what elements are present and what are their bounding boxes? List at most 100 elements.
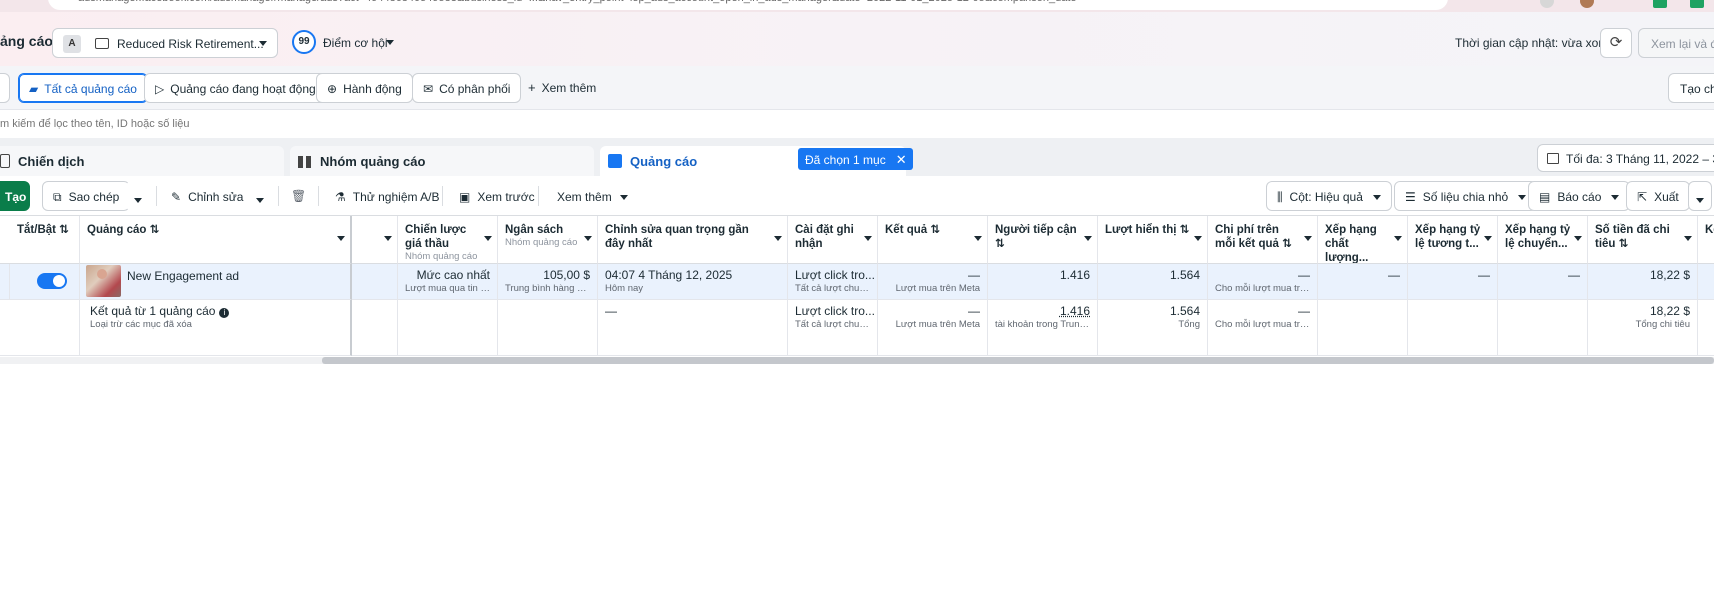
search-input[interactable] xyxy=(0,110,1714,138)
table-row[interactable]: New Engagement ad xyxy=(80,264,352,300)
col-header-amount-spent[interactable]: Số tiền đã chi tiêu ⇅ xyxy=(1588,216,1698,264)
tab-label: Quảng cáo xyxy=(630,154,697,169)
ab-test-button[interactable]: ⚗ Thử nghiệm A/B xyxy=(324,181,451,211)
row-budget[interactable]: 105,00 $ Trung bình hàng ng... xyxy=(498,264,598,300)
account-selector[interactable]: A Reduced Risk Retirement... xyxy=(52,28,278,58)
extension-icon[interactable] xyxy=(1540,0,1554,8)
header-sublabel: Nhóm quảng cáo xyxy=(405,251,481,263)
filter-label: Hành động xyxy=(343,82,402,96)
col-header-results[interactable]: Kết quả ⇅ xyxy=(878,216,988,264)
col-header-next[interactable]: Kế xyxy=(1698,216,1714,264)
col-header-attribution[interactable]: Cài đặt ghi nhận xyxy=(788,216,878,264)
cell-value: 105,00 $ xyxy=(543,268,590,282)
create-rule-button[interactable]: Tạo ch xyxy=(1668,73,1714,103)
columns-button[interactable]: ⫼ Cột: Hiệu quả xyxy=(1266,181,1392,211)
tab-adsets[interactable]: Nhóm quảng cáo xyxy=(290,146,594,176)
filter-label: Có phân phối xyxy=(439,82,510,96)
more-button[interactable]: Xem thêm xyxy=(546,181,639,211)
row-checkbox-cell[interactable] xyxy=(0,264,10,300)
tab-campaigns[interactable]: Chiến dịch xyxy=(0,146,284,176)
selected-items-chip[interactable]: Đã chọn 1 mục ✕ xyxy=(798,148,913,170)
chevron-down-icon xyxy=(1696,198,1704,203)
filter-all-ads[interactable]: ▰ Tất cả quảng cáo xyxy=(18,73,148,103)
cell-value: 1.564 xyxy=(1170,304,1200,318)
cell-value: — xyxy=(968,268,980,282)
search-row xyxy=(0,110,1714,138)
duplicate-dropdown[interactable] xyxy=(126,181,150,211)
col-header-last-edit[interactable]: Chỉnh sửa quan trọng gần đây nhất xyxy=(598,216,788,264)
col-header-ad[interactable]: Quảng cáo ⇅ xyxy=(80,216,352,264)
campaign-folder-icon xyxy=(0,154,10,168)
ad-on-off-toggle[interactable] xyxy=(37,273,67,289)
chevron-down-icon xyxy=(386,40,394,45)
summary-last-edit: — xyxy=(598,300,788,356)
chevron-down-icon xyxy=(337,236,345,241)
col-header-cost-per-result[interactable]: Chi phí trên mỗi kết quả ⇅ xyxy=(1208,216,1318,264)
filter-label: Quảng cáo đang hoạt động xyxy=(170,82,315,96)
delete-button[interactable]: 🗑 xyxy=(282,181,315,211)
divider xyxy=(278,186,279,206)
header-label: Người tiếp cận ⇅ xyxy=(995,224,1077,250)
col-header-engagement-ranking[interactable]: Xếp hạng tỷ lệ tương t... xyxy=(1408,216,1498,264)
preview-icon: ▣ xyxy=(459,190,470,204)
header-label: Tắt/Bật ⇅ xyxy=(17,224,69,236)
ads-toolbar: Tạo ⧉ Sao chép ✎ Chỉnh sửa 🗑 ⚗ Thử nghiệm A… xyxy=(0,176,1714,216)
preview-button[interactable]: ▣ Xem trước xyxy=(448,181,546,211)
send-icon: ▷ xyxy=(155,82,164,96)
reports-button[interactable]: ▤ Báo cáo xyxy=(1528,181,1630,211)
export-button[interactable]: ⇱ Xuất xyxy=(1626,181,1690,211)
duplicate-button[interactable]: ⧉ Sao chép xyxy=(42,181,130,211)
header-label: Chi phí trên mỗi kết quả ⇅ xyxy=(1215,224,1292,250)
col-header-hidden[interactable] xyxy=(352,216,398,264)
filter-active-ads[interactable]: ▷ Quảng cáo đang hoạt động xyxy=(144,73,327,103)
cell-value: 18,22 $ xyxy=(1650,268,1690,282)
refresh-button[interactable]: ⟳ xyxy=(1600,28,1632,58)
col-header-impressions[interactable]: Lượt hiển thị ⇅ xyxy=(1098,216,1208,264)
button-label: Cột: Hiệu quả xyxy=(1290,190,1363,204)
col-header-conversion-ranking[interactable]: Xếp hạng tỷ lệ chuyển... xyxy=(1498,216,1588,264)
divider xyxy=(538,186,539,206)
button-label: Xem trước xyxy=(477,190,534,204)
header-label: Xếp hạng chất lượng... xyxy=(1325,224,1377,264)
profile-avatar-icon[interactable] xyxy=(1580,0,1594,8)
cell-value: Lượt click tro... xyxy=(795,304,875,318)
horizontal-scrollbar[interactable] xyxy=(322,357,1714,364)
address-bar[interactable]: adsmanager.facebook.com/adsmanager/manag… xyxy=(48,0,1448,10)
col-header-bid-strategy[interactable]: Chiến lược giá thầu Nhóm quảng cáo xyxy=(398,216,498,264)
row-engagement-ranking: — xyxy=(1408,264,1498,300)
export-dropdown[interactable] xyxy=(1688,181,1712,211)
button-label: Xem thêm xyxy=(557,190,612,204)
info-icon[interactable]: i xyxy=(219,308,229,318)
col-header-quality-ranking[interactable]: Xếp hạng chất lượng... xyxy=(1318,216,1408,264)
breakdown-button[interactable]: ☰ Số liệu chia nhỏ xyxy=(1394,181,1537,211)
grid-icon xyxy=(298,156,312,168)
col-header-budget[interactable]: Ngân sách Nhóm quảng cáo xyxy=(498,216,598,264)
chevron-down-icon xyxy=(1518,195,1526,200)
filter-more-button[interactable]: + Xem thêm xyxy=(528,80,596,95)
summary-impressions: 1.564 Tổng xyxy=(1098,300,1208,356)
cell-value: — xyxy=(1388,268,1400,282)
account-initial-badge: A xyxy=(63,35,81,53)
header-label: Chỉnh sửa quan trọng gần đây nhất xyxy=(605,224,749,250)
edit-dropdown[interactable] xyxy=(248,181,272,211)
button-label: Số liệu chia nhỏ xyxy=(1423,190,1508,204)
review-and-publish-button[interactable]: Xem lại và đă xyxy=(1638,28,1714,58)
row-reach: 1.416 xyxy=(988,264,1098,300)
date-range-picker[interactable]: Tối đa: 3 Tháng 11, 2022 – 3 Thá xyxy=(1537,144,1714,172)
create-button[interactable]: Tạo xyxy=(0,181,30,211)
col-header-toggle[interactable]: Tắt/Bật ⇅ xyxy=(10,216,80,264)
report-icon: ▤ xyxy=(1539,190,1550,204)
edit-button[interactable]: ✎ Chỉnh sửa xyxy=(160,181,254,211)
extension-green-icon[interactable] xyxy=(1653,0,1667,8)
summary-budget-cell xyxy=(498,300,598,356)
filter-collapsed-button[interactable] xyxy=(0,73,10,103)
ad-name[interactable]: New Engagement ad xyxy=(127,269,239,283)
filter-actions[interactable]: ⊕ Hành động xyxy=(316,73,413,103)
close-icon[interactable]: ✕ xyxy=(896,152,907,167)
chevron-down-icon xyxy=(384,236,392,241)
header-label: Kế xyxy=(1705,224,1714,236)
pencil-icon: ✎ xyxy=(171,190,181,204)
col-header-reach[interactable]: Người tiếp cận ⇅ xyxy=(988,216,1098,264)
extension-green-icon-2[interactable] xyxy=(1690,0,1704,8)
filter-delivery[interactable]: ✉ Có phân phối xyxy=(412,73,521,103)
